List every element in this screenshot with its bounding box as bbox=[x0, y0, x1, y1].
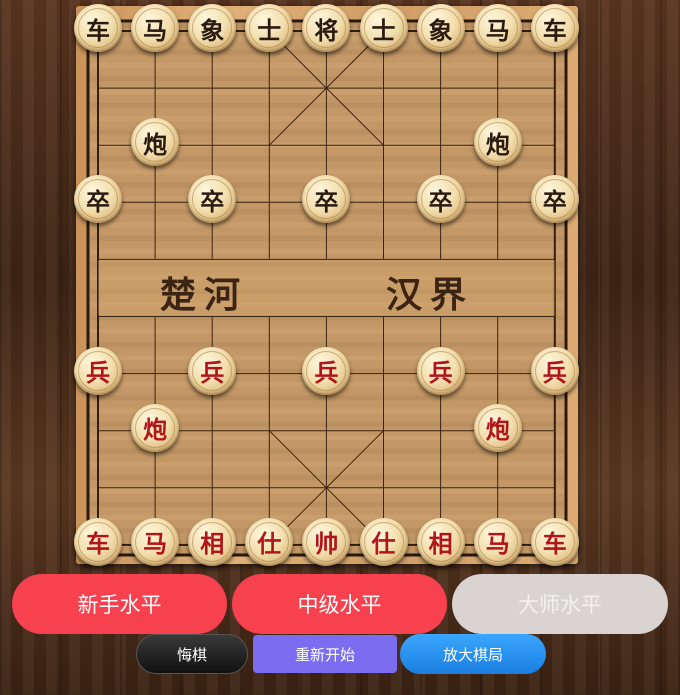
restart-button[interactable]: 重新开始 bbox=[253, 635, 397, 673]
black-piece-10[interactable]: 炮 bbox=[473, 118, 522, 167]
red-piece-24[interactable]: 马 bbox=[131, 517, 180, 566]
black-piece-7[interactable]: 马 bbox=[473, 4, 522, 52]
river-label-chu-he: 楚河 bbox=[160, 274, 249, 316]
wood-grain bbox=[90, 169, 564, 175]
wood-grain bbox=[90, 501, 564, 507]
wood-grain bbox=[90, 488, 564, 494]
piece-label: 马 bbox=[485, 15, 510, 45]
piece-label: 马 bbox=[143, 529, 168, 559]
wood-grain bbox=[90, 235, 564, 241]
piece-label: 象 bbox=[200, 15, 225, 45]
piece-label: 仕 bbox=[257, 529, 282, 559]
piece-label: 帅 bbox=[314, 529, 339, 559]
piece-label: 炮 bbox=[143, 415, 168, 445]
piece-label: 象 bbox=[428, 15, 453, 45]
piece-label: 马 bbox=[143, 15, 168, 45]
red-piece-18[interactable]: 兵 bbox=[302, 346, 351, 395]
piece-label: 卒 bbox=[428, 186, 453, 216]
black-piece-8[interactable]: 车 bbox=[530, 4, 579, 52]
red-piece-31[interactable]: 车 bbox=[530, 517, 579, 566]
red-piece-28[interactable]: 仕 bbox=[359, 517, 408, 566]
piece-label: 卒 bbox=[86, 186, 110, 216]
level-intermediate-button[interactable]: 中级水平 bbox=[232, 574, 447, 634]
piece-label: 车 bbox=[86, 15, 110, 45]
wood-grain bbox=[90, 249, 564, 255]
piece-label: 卒 bbox=[314, 186, 339, 216]
black-piece-15[interactable]: 卒 bbox=[530, 175, 579, 224]
wood-grain bbox=[90, 222, 564, 228]
wood-grain bbox=[90, 328, 564, 334]
red-piece-29[interactable]: 相 bbox=[416, 517, 465, 566]
wood-grain bbox=[90, 62, 564, 68]
wood-grain bbox=[90, 475, 564, 481]
piece-label: 车 bbox=[86, 529, 110, 559]
red-piece-19[interactable]: 兵 bbox=[416, 346, 465, 395]
piece-label: 车 bbox=[542, 15, 567, 45]
red-piece-25[interactable]: 相 bbox=[188, 517, 237, 566]
piece-label: 炮 bbox=[143, 129, 168, 159]
black-piece-11[interactable]: 卒 bbox=[74, 175, 122, 224]
black-piece-14[interactable]: 卒 bbox=[416, 175, 465, 224]
red-piece-27[interactable]: 帅 bbox=[302, 517, 351, 566]
black-piece-5[interactable]: 士 bbox=[359, 4, 408, 52]
piece-label: 兵 bbox=[200, 358, 225, 388]
piece-label: 兵 bbox=[314, 358, 339, 388]
wood-grain bbox=[90, 89, 564, 95]
black-piece-0[interactable]: 车 bbox=[74, 4, 122, 52]
piece-label: 兵 bbox=[428, 358, 453, 388]
red-piece-30[interactable]: 马 bbox=[473, 517, 522, 566]
wood-grain bbox=[90, 395, 564, 401]
level-beginner-button[interactable]: 新手水平 bbox=[12, 574, 227, 634]
piece-label: 炮 bbox=[485, 129, 510, 159]
chess-board[interactable]: 楚河 汉界 车马象士将士象马车炮炮卒卒卒卒卒兵兵兵兵兵炮炮车马相仕帅仕相马车 bbox=[74, 4, 579, 566]
river-label-han-jie: 汉界 bbox=[386, 274, 475, 316]
red-piece-22[interactable]: 炮 bbox=[473, 403, 522, 452]
wood-grain bbox=[90, 76, 564, 82]
level-master-button[interactable]: 大师水平 bbox=[452, 574, 668, 634]
piece-label: 仕 bbox=[371, 529, 396, 559]
red-piece-16[interactable]: 兵 bbox=[74, 346, 122, 395]
board-grid bbox=[86, 19, 568, 557]
red-piece-26[interactable]: 仕 bbox=[245, 517, 294, 566]
piece-label: 车 bbox=[542, 529, 567, 559]
undo-button[interactable]: 悔棋 bbox=[136, 634, 248, 674]
enlarge-board-button[interactable]: 放大棋局 bbox=[400, 634, 546, 674]
piece-label: 士 bbox=[257, 15, 282, 45]
red-piece-17[interactable]: 兵 bbox=[188, 346, 237, 395]
piece-label: 卒 bbox=[200, 186, 225, 216]
red-piece-21[interactable]: 炮 bbox=[131, 403, 180, 452]
piece-label: 相 bbox=[200, 529, 225, 559]
black-piece-2[interactable]: 象 bbox=[188, 4, 237, 52]
piece-label: 马 bbox=[485, 529, 510, 559]
red-piece-23[interactable]: 车 bbox=[74, 517, 122, 566]
wood-grain bbox=[90, 461, 564, 467]
piece-label: 相 bbox=[428, 529, 453, 559]
piece-label: 兵 bbox=[86, 358, 110, 388]
black-piece-3[interactable]: 士 bbox=[245, 4, 294, 52]
piece-label: 炮 bbox=[485, 415, 510, 445]
piece-label: 士 bbox=[371, 15, 396, 45]
piece-label: 卒 bbox=[542, 186, 567, 216]
wood-grain bbox=[90, 102, 564, 108]
black-piece-9[interactable]: 炮 bbox=[131, 118, 180, 167]
black-piece-1[interactable]: 马 bbox=[131, 4, 180, 52]
piece-label: 将 bbox=[314, 15, 339, 45]
red-piece-20[interactable]: 兵 bbox=[530, 346, 579, 395]
black-piece-6[interactable]: 象 bbox=[416, 4, 465, 52]
piece-label: 兵 bbox=[542, 358, 567, 388]
